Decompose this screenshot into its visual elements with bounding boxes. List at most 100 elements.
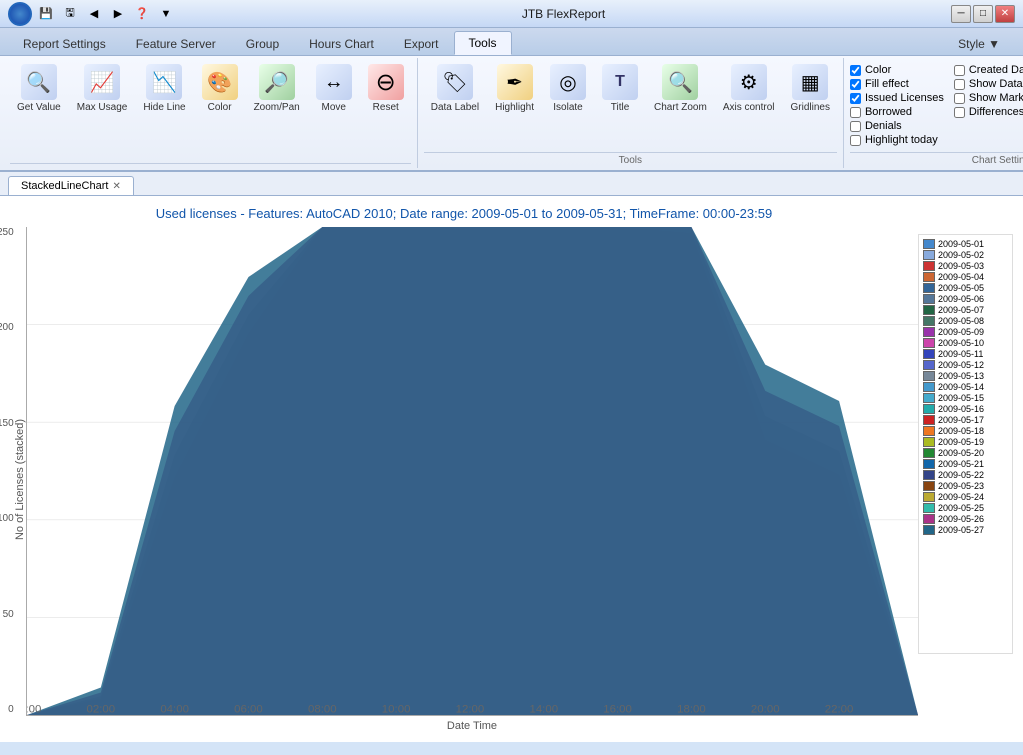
move-label: Move (321, 102, 345, 114)
reset-button[interactable]: ⊖ Reset (361, 60, 411, 118)
legend-label-2: 2009-05-03 (938, 261, 984, 271)
back-button[interactable]: ◀ (84, 5, 104, 23)
checkbox-denials-input[interactable] (850, 121, 861, 132)
close-button[interactable]: ✕ (995, 5, 1015, 23)
color-icon: 🎨 (202, 64, 238, 100)
checkbox-highlight-today[interactable]: Highlight today (850, 134, 944, 146)
legend-color-13 (923, 382, 935, 392)
legend-item-1: 2009-05-02 (923, 250, 1008, 260)
legend-color-26 (923, 525, 935, 535)
legend-color-3 (923, 272, 935, 282)
save-button[interactable]: 💾 (36, 5, 56, 23)
chart-tab-close[interactable]: ✕ (112, 181, 120, 192)
tab-feature-server[interactable]: Feature Server (121, 31, 231, 55)
chart-tab-stacked[interactable]: StackedLineChart ✕ (8, 176, 134, 195)
checkbox-created-date-input[interactable] (954, 65, 965, 76)
legend-color-1 (923, 250, 935, 260)
checkbox-show-markers[interactable]: Show Markers (954, 92, 1023, 104)
legend-color-22 (923, 481, 935, 491)
legend-item-25: 2009-05-26 (923, 514, 1008, 524)
window-controls: ─ □ ✕ (951, 5, 1015, 23)
legend-color-24 (923, 503, 935, 513)
legend-item-11: 2009-05-12 (923, 360, 1008, 370)
checkbox-color[interactable]: Color (850, 64, 944, 76)
legend-label-9: 2009-05-10 (938, 338, 984, 348)
checkbox-created-date[interactable]: Created Date Time (954, 64, 1023, 76)
svg-text:04:00: 04:00 (160, 704, 189, 715)
legend-item-15: 2009-05-16 (923, 404, 1008, 414)
data-label-button[interactable]: 🏷 Data Label (424, 60, 486, 118)
chart-plot-area[interactable]: 00:00 02:00 04:00 06:00 08:00 10:00 12:0… (26, 227, 918, 716)
section-label-tools1 (10, 163, 411, 166)
save-all-button[interactable]: 🖫 (60, 5, 80, 23)
isolate-button[interactable]: ◎ Isolate (543, 60, 593, 118)
legend-color-12 (923, 371, 935, 381)
legend-color-19 (923, 448, 935, 458)
chart-zoom-button[interactable]: 🔍 Chart Zoom (647, 60, 714, 118)
checkbox-show-data-labels-input[interactable] (954, 79, 965, 90)
tab-report-settings[interactable]: Report Settings (8, 31, 121, 55)
ribbon: 🔍 Get Value 📈 Max Usage 📉 Hide Line 🎨 Co… (0, 56, 1023, 172)
checkbox-issued-licenses-input[interactable] (850, 93, 861, 104)
legend-label-15: 2009-05-16 (938, 404, 984, 414)
maximize-button[interactable]: □ (973, 5, 993, 23)
forward-button[interactable]: ▶ (108, 5, 128, 23)
checkbox-show-data-labels[interactable]: Show Data Labels (954, 78, 1023, 90)
gridlines-icon: ▦ (792, 64, 828, 100)
checkbox-borrowed-input[interactable] (850, 107, 861, 118)
checkbox-color-input[interactable] (850, 65, 861, 76)
legend-item-3: 2009-05-04 (923, 272, 1008, 282)
legend-label-18: 2009-05-19 (938, 437, 984, 447)
chart-svg: 00:00 02:00 04:00 06:00 08:00 10:00 12:0… (27, 227, 918, 715)
legend-color-25 (923, 514, 935, 524)
style-dropdown[interactable]: Style ▼ (943, 31, 1015, 55)
section-label-chart-settings: Chart Settings (850, 152, 1023, 166)
move-button[interactable]: ↔ Move (309, 60, 359, 118)
tab-group[interactable]: Group (231, 31, 294, 55)
zoom-pan-button[interactable]: 🔎 Zoom/Pan (247, 60, 307, 118)
checkbox-denials[interactable]: Denials (850, 120, 944, 132)
legend-color-18 (923, 437, 935, 447)
axis-control-button[interactable]: ⚙ Axis control (716, 60, 782, 118)
color-label: Color (208, 102, 232, 114)
checkbox-show-markers-input[interactable] (954, 93, 965, 104)
window-title: JTB FlexReport (176, 7, 951, 21)
get-value-button[interactable]: 🔍 Get Value (10, 60, 68, 118)
tab-export[interactable]: Export (389, 31, 454, 55)
legend-item-21: 2009-05-22 (923, 470, 1008, 480)
reset-icon: ⊖ (368, 64, 404, 100)
dropdown-button[interactable]: ▼ (156, 5, 176, 23)
legend-item-6: 2009-05-07 (923, 305, 1008, 315)
legend-item-20: 2009-05-21 (923, 459, 1008, 469)
legend-label-21: 2009-05-22 (938, 470, 984, 480)
legend-label-1: 2009-05-02 (938, 250, 984, 260)
legend-label-19: 2009-05-20 (938, 448, 984, 458)
checkbox-fill-effect-input[interactable] (850, 79, 861, 90)
checkbox-highlight-today-input[interactable] (850, 135, 861, 146)
legend-label-4: 2009-05-05 (938, 283, 984, 293)
checkbox-borrowed[interactable]: Borrowed (850, 106, 944, 118)
highlight-button[interactable]: ✒ Highlight (488, 60, 541, 118)
isolate-label: Isolate (553, 102, 582, 114)
chart-zoom-label: Chart Zoom (654, 102, 707, 114)
color-button[interactable]: 🎨 Color (195, 60, 245, 118)
title-button[interactable]: T Title (595, 60, 645, 118)
zoom-pan-icon: 🔎 (259, 64, 295, 100)
legend-item-8: 2009-05-09 (923, 327, 1008, 337)
legend-color-15 (923, 404, 935, 414)
legend-label-25: 2009-05-26 (938, 514, 984, 524)
tab-hours-chart[interactable]: Hours Chart (294, 31, 389, 55)
checkbox-differences-input[interactable] (954, 107, 965, 118)
help-button[interactable]: ❓ (132, 5, 152, 23)
tab-tools[interactable]: Tools (454, 31, 512, 55)
legend-item-23: 2009-05-24 (923, 492, 1008, 502)
gridlines-button[interactable]: ▦ Gridlines (784, 60, 837, 118)
checkbox-fill-effect[interactable]: Fill effect (850, 78, 944, 90)
legend-item-5: 2009-05-06 (923, 294, 1008, 304)
minimize-button[interactable]: ─ (951, 5, 971, 23)
checkbox-issued-licenses[interactable]: Issued Licenses (850, 92, 944, 104)
chart-settings-col1: Color Fill effect Issued Licenses Borrow… (850, 64, 944, 146)
max-usage-button[interactable]: 📈 Max Usage (70, 60, 135, 118)
hide-line-button[interactable]: 📉 Hide Line (136, 60, 192, 118)
checkbox-differences[interactable]: Differences (954, 106, 1023, 118)
